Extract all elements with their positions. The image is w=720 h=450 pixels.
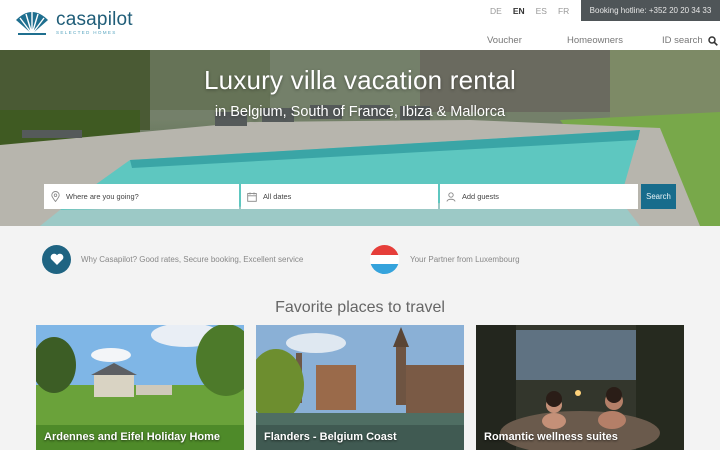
lang-de[interactable]: DE	[490, 6, 502, 16]
heart-icon	[42, 245, 71, 274]
calendar-icon	[241, 192, 263, 202]
places-section-title: Favorite places to travel	[275, 299, 445, 316]
destination-placeholder: Where are you going?	[66, 192, 139, 201]
search-button[interactable]: Search	[641, 184, 676, 209]
destination-field[interactable]: Where are you going?	[44, 184, 239, 209]
nav-id-search-label: ID search	[662, 35, 703, 46]
feature-why-casapilot[interactable]: Why Casapilot? Good rates, Secure bookin…	[42, 245, 303, 274]
places-grid: Ardennes and Eifel Holiday Home Flanders…	[36, 325, 684, 450]
hero-banner: Luxury villa vacation rental in Belgium,…	[0, 50, 720, 226]
lang-es[interactable]: ES	[536, 6, 547, 16]
nav-id-search[interactable]: ID search	[662, 35, 718, 46]
dates-placeholder: All dates	[263, 192, 292, 201]
hero-title: Luxury villa vacation rental	[204, 65, 516, 95]
brand-name: casapilot	[56, 9, 133, 30]
search-icon	[707, 35, 718, 46]
luxembourg-flag-icon	[370, 245, 399, 274]
feature-partner-text: Your Partner from Luxembourg	[410, 255, 520, 264]
guests-placeholder: Add guests	[462, 192, 499, 201]
place-card-label: Ardennes and Eifel Holiday Home	[44, 431, 221, 443]
feature-partner-luxembourg[interactable]: Your Partner from Luxembourg	[370, 245, 520, 274]
lang-en[interactable]: EN	[513, 6, 525, 16]
place-card-label: Flanders - Belgium Coast	[264, 431, 397, 443]
nav-homeowners[interactable]: Homeowners	[567, 35, 623, 46]
place-card-label: Romantic wellness suites	[484, 431, 618, 443]
logo-fan-icon	[16, 12, 48, 35]
feature-why-text: Why Casapilot? Good rates, Secure bookin…	[81, 255, 304, 264]
language-switcher: DE EN ES FR NL	[490, 6, 591, 16]
guests-field[interactable]: Add guests	[440, 184, 638, 209]
lang-fr[interactable]: FR	[558, 6, 569, 16]
place-card-wellness[interactable]: Romantic wellness suites	[476, 325, 684, 450]
location-pin-icon	[44, 191, 66, 202]
place-card-flanders[interactable]: Flanders - Belgium Coast	[256, 325, 464, 450]
site-header: casapilot SELECTED HOMES DE EN ES FR NL …	[0, 0, 720, 50]
place-card-ardennes[interactable]: Ardennes and Eifel Holiday Home	[36, 325, 244, 450]
search-bar: Where are you going? All dates Add guest…	[44, 184, 676, 209]
booking-hotline[interactable]: Booking hotline: +352 20 20 34 33	[581, 0, 720, 21]
nav-voucher[interactable]: Voucher	[487, 35, 522, 46]
hero-subtitle: in Belgium, South of France, Ibiza & Mal…	[214, 104, 506, 120]
brand-tagline: SELECTED HOMES	[56, 30, 117, 35]
dates-field[interactable]: All dates	[241, 184, 438, 209]
logo[interactable]: casapilot SELECTED HOMES	[14, 10, 133, 36]
user-icon	[440, 191, 462, 202]
